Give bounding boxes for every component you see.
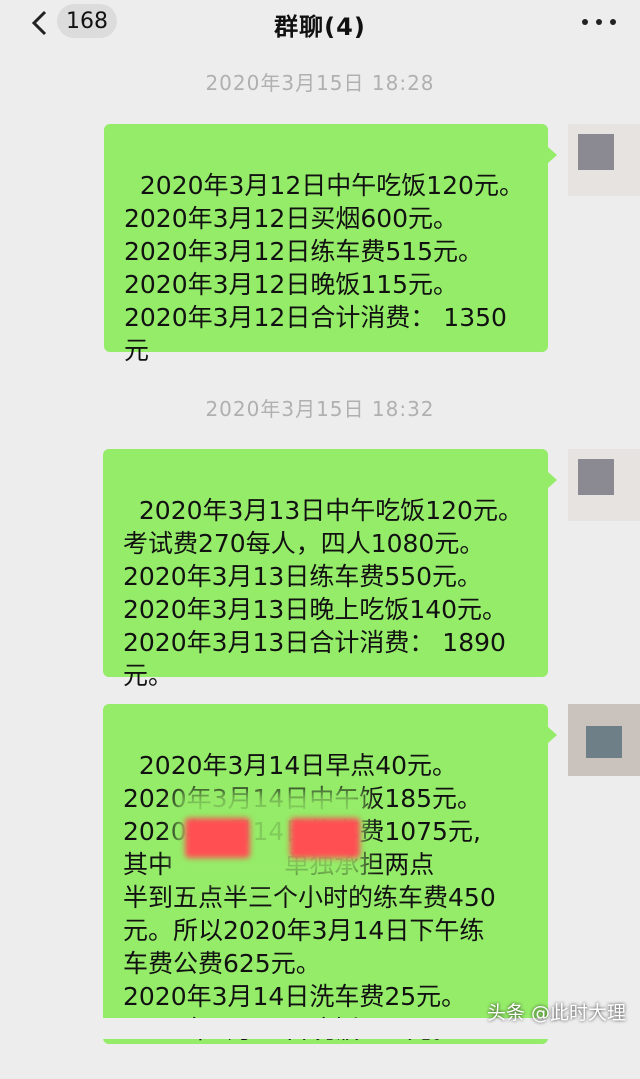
message-timestamp: 2020年3月15日 18:32: [205, 397, 435, 421]
bubble-tail: [547, 726, 557, 744]
avatar[interactable]: [568, 449, 640, 521]
avatar[interactable]: [568, 124, 640, 196]
chevron-left-icon: [31, 10, 47, 36]
redaction-mark: [185, 818, 250, 858]
bubble-tail: [547, 471, 557, 489]
message-bubble[interactable]: 2020年3月13日中午吃饭120元。 考试费270每人，四人1080元。 20…: [103, 449, 557, 690]
watermark: 头条 @此时大理: [486, 1002, 626, 1024]
message-text: 2020年3月13日中午吃饭120元。 考试费270每人，四人1080元。 20…: [123, 496, 523, 690]
back-button[interactable]: [28, 8, 50, 38]
redaction-mark: [290, 818, 360, 858]
chat-header: 168 群聊(4): [0, 0, 640, 48]
unread-count-badge[interactable]: 168: [57, 4, 117, 38]
bubble-tail: [547, 146, 557, 164]
avatar[interactable]: [568, 704, 640, 776]
message-text: 2020年3月12日中午吃饭120元。 2020年3月12日买烟600元。 20…: [124, 171, 524, 365]
chat-title: 群聊(4): [274, 12, 366, 41]
message-bubble[interactable]: 2020年3月12日中午吃饭120元。 2020年3月12日买烟600元。 20…: [104, 124, 557, 365]
more-dots-icon[interactable]: [582, 12, 616, 32]
message-timestamp: 2020年3月15日 18:28: [205, 71, 435, 95]
